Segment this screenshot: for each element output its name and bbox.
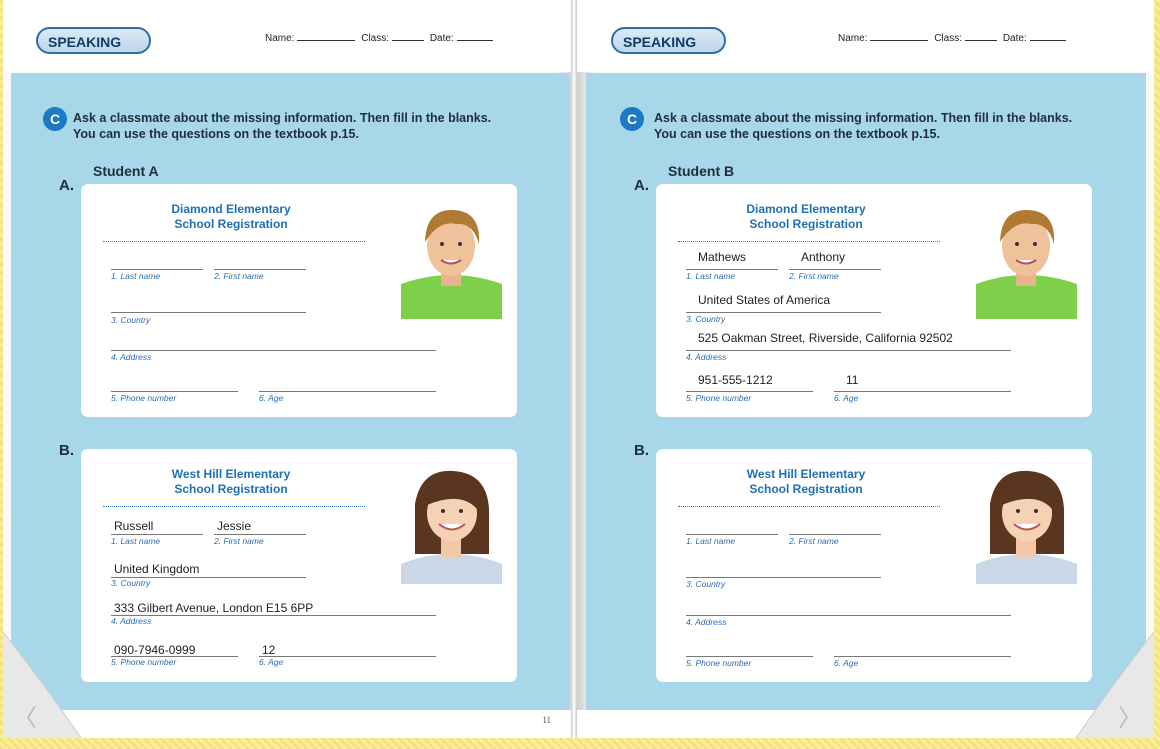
book-spine: [571, 0, 577, 738]
student-info-line: Name: Class: Date:: [265, 33, 496, 44]
country-value: United States of America: [698, 293, 831, 307]
phone-field[interactable]: [686, 391, 813, 392]
address-field[interactable]: [686, 615, 1011, 616]
item-b-letter: B.: [634, 442, 649, 459]
page-footer: 11: [3, 710, 576, 738]
exercise-panel: C Ask a classmate about the missing info…: [586, 73, 1146, 710]
date-blank: [456, 40, 493, 41]
age-value: 12: [262, 643, 276, 657]
country-value: United Kingdom: [114, 562, 200, 576]
speaking-badge: SPEAKING: [36, 27, 151, 54]
phone-value: 090-7946-0999: [114, 643, 196, 657]
page-footer: [576, 710, 1154, 738]
address-field[interactable]: [111, 350, 436, 351]
section-c-badge: C: [43, 107, 67, 131]
item-a-letter: A.: [59, 177, 74, 194]
last-name-value: Mathews: [698, 250, 747, 264]
right-page: SPEAKING Name: Class: Date: C Ask a clas…: [576, 0, 1154, 738]
student-info-line: Name: Class: Date:: [838, 33, 1069, 44]
last-name-value: Russell: [114, 519, 154, 533]
last-name-field[interactable]: [686, 269, 778, 270]
name-blank: [297, 40, 356, 41]
age-field[interactable]: [834, 656, 1011, 657]
class-blank: [965, 40, 998, 41]
first-name-field[interactable]: [214, 269, 306, 270]
registration-card-b: West Hill Elementary School Registration…: [81, 449, 517, 682]
chevron-right-icon[interactable]: 〉: [1118, 698, 1142, 732]
section-c-badge: C: [620, 107, 644, 131]
card-title: Diamond Elementary School Registration: [746, 202, 866, 231]
class-blank: [392, 40, 425, 41]
address-field[interactable]: [686, 350, 1011, 351]
first-name-field[interactable]: [789, 534, 881, 535]
boy-photo: [976, 204, 1077, 319]
page-curl-right[interactable]: [1074, 632, 1154, 738]
instruction: Ask a classmate about the missing inform…: [654, 111, 1073, 141]
girl-photo: [976, 469, 1077, 584]
country-field[interactable]: [686, 577, 881, 578]
speaking-badge: SPEAKING: [611, 27, 726, 54]
first-name-field[interactable]: [214, 534, 306, 535]
boy-photo: [401, 204, 502, 319]
age-field[interactable]: [834, 391, 1011, 392]
address-value: 333 Gilbert Avenue, London E15 6PP: [114, 601, 314, 615]
girl-photo: [401, 469, 502, 584]
age-field[interactable]: [259, 391, 436, 392]
page-header: SPEAKING Name: Class: Date:: [576, 0, 1154, 72]
last-name-field[interactable]: [686, 534, 778, 535]
prev-page-button[interactable]: 〈: [13, 698, 37, 732]
card-title: West Hill Elementary School Registration: [746, 467, 866, 496]
student-label: Student A: [93, 163, 159, 179]
first-name-value: Anthony: [801, 250, 846, 264]
divider: [103, 506, 365, 507]
item-b-letter: B.: [59, 442, 74, 459]
phone-value: 951-555-1212: [698, 373, 773, 387]
first-name-value: Jessie: [217, 519, 252, 533]
last-name-field[interactable]: [111, 534, 203, 535]
page-number: 11: [542, 715, 551, 725]
card-title: West Hill Elementary School Registration: [171, 467, 291, 496]
card-title: Diamond Elementary School Registration: [171, 202, 291, 231]
age-value: 11: [846, 373, 859, 387]
left-page: SPEAKING Name: Class: Date: C Ask a clas…: [3, 0, 576, 738]
divider: [678, 506, 940, 507]
divider: [103, 241, 365, 242]
item-a-letter: A.: [634, 177, 649, 194]
phone-field[interactable]: [111, 391, 238, 392]
phone-field[interactable]: [686, 656, 813, 657]
instruction: Ask a classmate about the missing inform…: [73, 111, 492, 141]
country-field[interactable]: [686, 312, 881, 313]
exercise-panel: C Ask a classmate about the missing info…: [11, 73, 570, 710]
book-viewer: SPEAKING Name: Class: Date: C Ask a clas…: [0, 0, 1160, 749]
address-field[interactable]: [111, 615, 436, 616]
divider: [678, 241, 940, 242]
date-blank: [1029, 40, 1066, 41]
first-name-field[interactable]: [789, 269, 881, 270]
country-field[interactable]: [111, 312, 306, 313]
registration-card-a: Diamond Elementary School Registration 1…: [81, 184, 517, 417]
page-header: SPEAKING Name: Class: Date:: [3, 0, 576, 72]
last-name-field[interactable]: [111, 269, 203, 270]
address-value: 525 Oakman Street, Riverside, California…: [698, 331, 953, 345]
registration-card-a: Diamond Elementary School Registration M…: [656, 184, 1092, 417]
name-blank: [870, 40, 929, 41]
registration-card-b: West Hill Elementary School Registration…: [656, 449, 1092, 682]
age-field[interactable]: [259, 656, 436, 657]
student-label: Student B: [668, 163, 735, 179]
